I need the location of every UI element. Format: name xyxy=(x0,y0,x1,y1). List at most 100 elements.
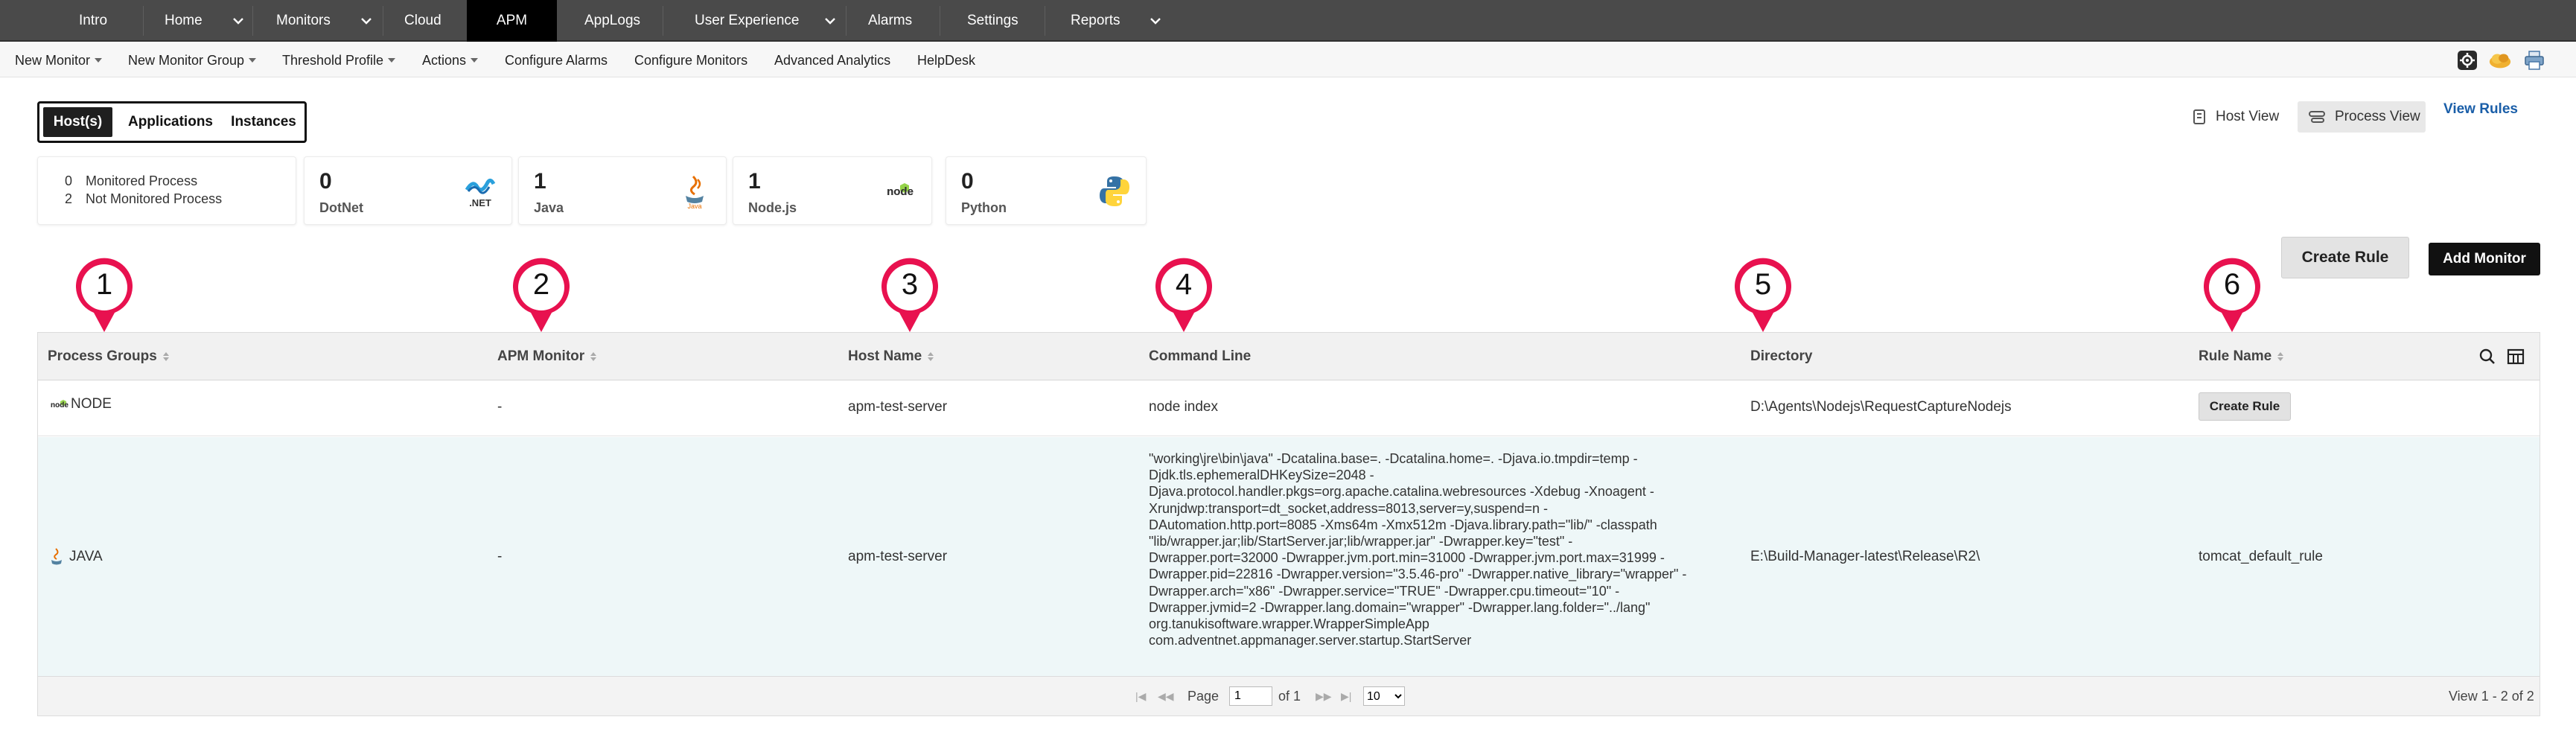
page-total-label: of 1 xyxy=(1278,688,1301,704)
tab-apm[interactable]: APM xyxy=(467,0,557,42)
page-number-input-wrap xyxy=(1229,677,1272,715)
sort-icon[interactable] xyxy=(162,352,169,361)
menu-new-monitor-group[interactable]: New Monitor Group xyxy=(128,43,257,77)
menu-configure-alarms[interactable]: Configure Alarms xyxy=(505,43,608,77)
dotnet-logo-icon: .NET xyxy=(462,173,498,209)
table-row[interactable]: JAVA - apm-test-server "working\jre\bin\… xyxy=(38,437,2540,677)
page-size-wrap: 10 xyxy=(1363,677,1405,715)
annotation-marker-2: 2 xyxy=(508,255,574,337)
command-line-text: "lib/wrapper.jar;lib/StartServer.jar;lib… xyxy=(1149,534,1573,549)
sub-menubar: New Monitor New Monitor Group Threshold … xyxy=(0,43,2576,77)
process-group-name: NODE xyxy=(71,396,112,412)
tab-alarms[interactable]: Alarms xyxy=(868,0,912,42)
rule-name-cell: tomcat_default_rule xyxy=(2199,549,2323,564)
monitors-chevron-down-icon[interactable] xyxy=(359,13,374,28)
tab-cloud[interactable]: Cloud xyxy=(404,0,441,42)
command-line-text: Dwrapper.arch="x86" -Dwrapper.service="T… xyxy=(1149,583,1620,599)
host-view-button[interactable]: Host View xyxy=(2192,101,2284,133)
tab-user-experience[interactable]: User Experience xyxy=(695,0,799,42)
java-count: 1 xyxy=(534,169,546,194)
add-monitor-button[interactable]: Add Monitor xyxy=(2429,243,2540,275)
tab-monitors[interactable]: Monitors xyxy=(276,0,331,42)
column-rule-name[interactable]: Rule Name xyxy=(2199,333,2284,380)
dotnet-label: DotNet xyxy=(319,200,363,215)
cloud-icon[interactable] xyxy=(2488,49,2512,71)
menu-threshold-profile[interactable]: Threshold Profile xyxy=(282,43,396,77)
user-experience-chevron-down-icon[interactable] xyxy=(823,13,838,28)
sort-icon[interactable] xyxy=(2277,352,2284,361)
column-apm-monitor[interactable]: APM Monitor xyxy=(497,333,597,380)
home-chevron-down-icon[interactable] xyxy=(231,13,246,28)
tab-instances[interactable]: Instances xyxy=(226,107,302,137)
annotation-marker-3: 3 xyxy=(877,255,943,337)
view-range-label: View 1 - 2 of 2 xyxy=(2449,688,2534,704)
annotation-marker-5: 5 xyxy=(1730,255,1796,337)
menu-actions[interactable]: Actions xyxy=(422,43,479,77)
svg-text:node: node xyxy=(51,401,68,409)
create-rule-button[interactable]: Create Rule xyxy=(2281,237,2409,278)
not-monitored-process-label: Not Monitored Process xyxy=(86,191,223,206)
monitored-process-row: 0 Monitored Process xyxy=(65,173,197,189)
menu-configure-monitors[interactable]: Configure Monitors xyxy=(634,43,747,77)
annotation-marker-4: 4 xyxy=(1151,255,1217,337)
tab-reports[interactable]: Reports xyxy=(1071,0,1120,42)
python-label: Python xyxy=(961,200,1007,215)
print-icon[interactable] xyxy=(2522,49,2546,71)
command-line-text: DAutomation.http.port=8085 -Xms64m -Xmx5… xyxy=(1149,517,1657,532)
command-line-text: "working\jre\bin\java" -Dcatalina.base=.… xyxy=(1149,451,1638,466)
nodejs-count: 1 xyxy=(748,169,761,194)
command-line-text: Xrunjdwp:transport=dt_socket,address=801… xyxy=(1149,500,1548,516)
annotation-marker-1: 1 xyxy=(71,255,137,337)
command-line-text: Djdk.tls.ephemeralDHKeySize=2048 - xyxy=(1149,468,1374,483)
prev-page-icon[interactable]: ◀◀ xyxy=(1158,677,1174,715)
page-label: Page xyxy=(1187,688,1220,704)
tab-home[interactable]: Home xyxy=(165,0,203,42)
process-group-cell: JAVA xyxy=(48,547,103,567)
annotation-marker-6: 6 xyxy=(2199,255,2265,337)
columns-icon[interactable] xyxy=(2507,333,2525,380)
dotnet-card[interactable]: 0 DotNet .NET xyxy=(304,156,512,225)
dotnet-count: 0 xyxy=(319,169,332,194)
row-create-rule-button[interactable]: Create Rule xyxy=(2199,392,2291,421)
tab-hosts[interactable]: Host(s) xyxy=(43,107,112,137)
not-monitored-process-row: 2 Not Monitored Process xyxy=(65,191,222,207)
tab-intro[interactable]: Intro xyxy=(79,0,107,42)
menu-advanced-analytics[interactable]: Advanced Analytics xyxy=(774,43,890,77)
command-line-text: Dwrapper.port=32000 -Dwrapper.jvm.port.m… xyxy=(1149,550,1665,566)
tab-applications[interactable]: Applications xyxy=(120,107,221,137)
host-icon xyxy=(2193,109,2205,124)
settings-icon[interactable] xyxy=(2455,49,2479,71)
sort-icon[interactable] xyxy=(590,352,597,361)
python-card[interactable]: 0 Python xyxy=(946,156,1147,225)
process-table: Process Groups APM Monitor Host Name Com… xyxy=(37,332,2540,716)
tab-applogs[interactable]: AppLogs xyxy=(584,0,640,42)
view-segmented-control: Host(s) Applications Instances xyxy=(37,101,307,143)
monitored-process-count: 0 xyxy=(65,173,73,188)
first-page-icon[interactable]: |◀ xyxy=(1135,677,1146,715)
command-line-cell: node index xyxy=(1149,399,1218,415)
java-card[interactable]: 1 Java Java xyxy=(518,156,727,225)
host-view-label: Host View xyxy=(2216,109,2280,124)
command-line-cell: "working\jre\bin\java" -Dcatalina.base=.… xyxy=(1149,450,1729,648)
command-line-text: Djava.protocol.handler.pkgs=org.apache.c… xyxy=(1149,484,1654,500)
python-logo-icon xyxy=(1097,173,1132,209)
last-page-icon[interactable]: ▶| xyxy=(1341,677,1351,715)
column-process-groups[interactable]: Process Groups xyxy=(48,333,169,380)
menu-new-monitor[interactable]: New Monitor xyxy=(15,43,103,77)
nodejs-card[interactable]: 1 Node.js node node xyxy=(733,156,932,225)
tab-settings[interactable]: Settings xyxy=(967,0,1018,42)
page-number-input[interactable] xyxy=(1229,686,1272,706)
sort-icon[interactable] xyxy=(928,352,934,361)
column-host-name[interactable]: Host Name xyxy=(848,333,934,380)
nodejs-logo-icon: nodenode xyxy=(882,173,918,209)
host-name-cell: apm-test-server xyxy=(848,399,948,415)
view-rules-link[interactable]: View Rules xyxy=(2443,101,2518,121)
menu-helpdesk[interactable]: HelpDesk xyxy=(917,43,975,77)
table-row[interactable]: node node NODE - apm-test-server node ind… xyxy=(38,381,2540,436)
process-view-button[interactable]: Process View xyxy=(2298,101,2426,133)
reports-chevron-down-icon[interactable] xyxy=(1148,13,1163,28)
search-icon[interactable] xyxy=(2478,333,2496,380)
next-page-icon[interactable]: ▶▶ xyxy=(1316,677,1332,715)
page-size-select[interactable]: 10 xyxy=(1363,686,1405,706)
process-icon xyxy=(2309,111,2325,123)
